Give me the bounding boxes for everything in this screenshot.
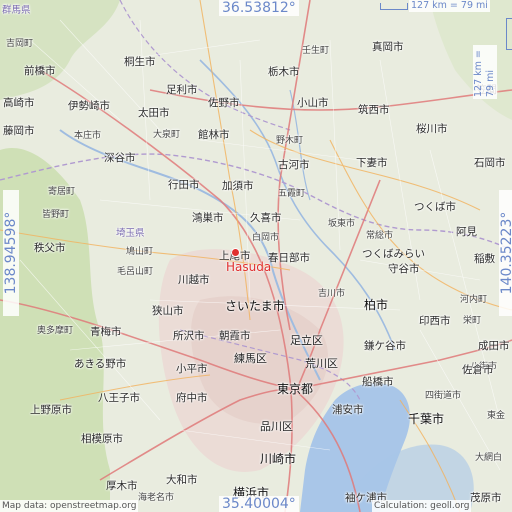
place-label: 奥多摩町	[37, 326, 74, 336]
calculation-credit[interactable]: Calculation: geoll.org	[372, 500, 472, 512]
place-label: 深谷市	[104, 152, 136, 164]
place-label: つくばみらい	[362, 248, 425, 260]
scale-bar-horizontal	[380, 3, 408, 10]
place-label: 成田市	[478, 340, 510, 352]
place-label: 桐生市	[124, 56, 156, 68]
place-label: 八王子市	[98, 392, 140, 404]
place-label: 荒川区	[305, 357, 338, 370]
place-label: 四街道市	[425, 391, 462, 401]
place-label: 秩父市	[34, 242, 66, 254]
place-label: 春日部市	[268, 252, 310, 264]
place-label: 府中市	[176, 392, 208, 404]
place-label: 柏市	[364, 298, 389, 312]
place-label: 野木町	[276, 136, 304, 146]
prefecture-label: 群馬県	[2, 5, 31, 16]
place-label: さいたま市	[225, 299, 285, 313]
place-label: 茂原市	[470, 492, 502, 504]
place-label: 船橋市	[362, 376, 394, 388]
scale-label-horizontal: 127 km = 79 mi	[409, 0, 490, 12]
place-label: 吉岡町	[6, 39, 34, 49]
place-label: 高崎市	[3, 97, 35, 109]
place-label: 真岡市	[372, 41, 404, 53]
place-label: 常総市	[366, 231, 394, 241]
place-label: 鎌ケ谷市	[364, 340, 406, 352]
place-label: 本庄市	[74, 131, 102, 141]
longitude-right: 140.35223°	[499, 190, 512, 316]
place-label: 古河市	[278, 159, 310, 171]
place-label: 上野原市	[30, 404, 72, 416]
place-label: 相模原市	[81, 433, 123, 445]
place-label: 品川区	[260, 420, 293, 433]
place-label: 石岡市	[474, 157, 506, 169]
place-label: 東金	[487, 411, 506, 421]
place-label: 桜川市	[416, 123, 448, 135]
latitude-bottom: 35.40004°	[219, 496, 299, 512]
place-label: 狭山市	[152, 305, 184, 317]
place-label: 白岡市	[252, 233, 280, 243]
map-view[interactable]: 吉岡町 壬生町 真岡市 桐生市 栃木市 前橋市 足利市 佐野市 小山市 筑西市 …	[0, 0, 512, 512]
place-label: 所沢市	[173, 330, 205, 342]
place-label: 寄居町	[48, 187, 76, 197]
place-label: 下妻市	[356, 157, 388, 169]
place-label: 鳩山町	[126, 247, 154, 257]
place-label: 藤岡市	[3, 125, 35, 137]
scale-label-vertical: 127 km = 79 mi	[473, 45, 497, 99]
map-attribution[interactable]: Map data: openstreetmap.org	[0, 500, 139, 512]
longitude-left: 138.94598°	[3, 190, 19, 316]
place-label: 足立区	[290, 334, 323, 347]
map-base	[0, 0, 512, 512]
place-label: 大泉町	[153, 130, 181, 140]
place-label: 守谷市	[388, 263, 420, 275]
place-label: 青梅市	[90, 326, 122, 338]
place-label: 大和市	[166, 474, 198, 486]
location-marker[interactable]	[231, 248, 240, 257]
place-label: 佐倉市	[462, 364, 494, 376]
place-label: あきる野市	[74, 358, 127, 370]
place-label: 吉川市	[318, 289, 346, 299]
latitude-top: 36.53812°	[219, 0, 299, 16]
scale-bar-vertical	[506, 18, 512, 50]
prefecture-label: 埼玉県	[116, 228, 145, 239]
place-label: 大網白	[475, 453, 503, 463]
place-label: 阿見	[456, 226, 477, 238]
place-label: 館林市	[198, 129, 230, 141]
place-label: 小山市	[297, 97, 329, 109]
place-label: 太田市	[138, 107, 170, 119]
place-label: 加須市	[222, 180, 254, 192]
place-label: 久喜市	[250, 212, 282, 224]
place-label: 佐野市	[208, 97, 240, 109]
place-label: 小平市	[176, 363, 208, 375]
place-label: 栃木市	[268, 66, 300, 78]
place-label: 朝霞市	[219, 330, 251, 342]
place-label: 坂東市	[328, 219, 356, 229]
place-label: 筑西市	[358, 104, 390, 116]
place-label: 厚木市	[106, 480, 138, 492]
place-label: 練馬区	[234, 352, 267, 365]
place-label: 鴻巣市	[192, 212, 224, 224]
place-label: 川越市	[178, 274, 210, 286]
place-label: 壬生町	[302, 46, 330, 56]
place-label: 足利市	[166, 84, 198, 96]
place-label: 河内町	[460, 295, 488, 305]
place-label: 栄町	[463, 316, 482, 326]
place-label: 浦安市	[332, 404, 364, 416]
place-label: 行田市	[168, 179, 200, 191]
place-label: 印西市	[419, 315, 451, 327]
place-label: 千葉市	[408, 412, 445, 426]
place-label: つくば市	[414, 201, 456, 213]
place-label: 川崎市	[260, 452, 297, 466]
place-label: 毛呂山町	[117, 267, 154, 277]
location-name: Hasuda	[226, 260, 272, 274]
place-label: 東京都	[277, 382, 314, 396]
place-label: 伊勢崎市	[68, 100, 110, 112]
place-label: 皆野町	[42, 210, 70, 220]
place-label: 稲敷	[474, 253, 495, 265]
place-label: 五霞町	[278, 189, 306, 199]
place-label: 海老名市	[138, 493, 175, 503]
place-label: 前橋市	[24, 65, 56, 77]
